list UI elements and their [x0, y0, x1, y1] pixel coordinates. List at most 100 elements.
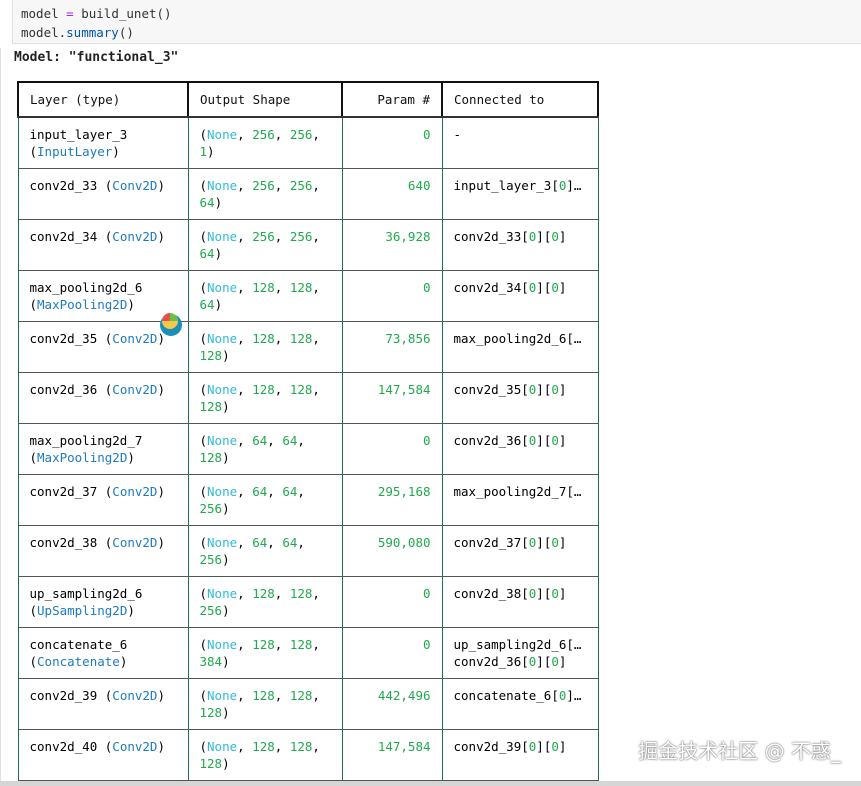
param-count-cell: 73,856 — [341, 321, 443, 373]
table-row: max_pooling2d_6 (MaxPooling2D) (None, 128… — [17, 270, 599, 322]
layer-type-cell: up_sampling2d_6 (UpSampling2D) — [17, 576, 189, 628]
connection-ref: conv2d_37[0][0] — [453, 534, 567, 550]
shape-none: None — [207, 432, 238, 448]
code-function: build_unet — [81, 6, 157, 21]
shape-dim: 64 — [199, 296, 215, 312]
code-args: () — [118, 25, 134, 40]
layer-class: Conv2D — [112, 381, 158, 397]
layer-type-cell: conv2d_37 (Conv2D) — [17, 474, 189, 526]
shape-none: None — [207, 127, 238, 142]
output-shape-cell: (None, 128, 128, 256) — [187, 576, 343, 628]
layer-name: conv2d_40 — [29, 738, 98, 754]
output-shape-cell: (None, 128, 128, 128) — [187, 372, 343, 424]
connected-to-cell: conv2d_34[0][0] — [441, 270, 599, 322]
shape-dim: 128 — [252, 687, 275, 703]
code-cell[interactable]: model = build_unet() model.summary() — [12, 0, 861, 44]
shape-none: None — [207, 636, 238, 652]
table-row: conv2d_33 (Conv2D) (None, 256, 256, 64) 64… — [17, 168, 599, 220]
param-count-cell: 147,584 — [341, 729, 443, 781]
connection-ref: conv2d_36[0][0] — [453, 653, 567, 669]
shape-dim: 256 — [199, 551, 223, 567]
shape-dim: 256 — [252, 177, 275, 193]
table-header-row: Layer (type) Output Shape Param # Connec… — [17, 81, 599, 118]
param-count-cell: 295,168 — [341, 474, 443, 526]
output-shape-cell: (None, 128, 128, 128) — [187, 321, 343, 373]
header-layer-type: Layer (type) — [17, 81, 189, 118]
shape-dim: 128 — [252, 330, 275, 346]
shape-none: None — [207, 687, 238, 703]
connected-to-cell: concatenate_6[0]… — [441, 678, 599, 730]
output-shape-cell: (None, 128, 128, 128) — [187, 729, 343, 781]
shape-dim: 64 — [199, 245, 215, 261]
layer-class: Conv2D — [112, 738, 158, 754]
connected-to-cell: conv2d_33[0][0] — [441, 219, 599, 271]
shape-dim: 256 — [289, 228, 313, 244]
layer-class: MaxPooling2D — [37, 296, 128, 312]
shape-dim: 64 — [282, 432, 298, 448]
connection-ref: conv2d_35[0][0] — [453, 381, 567, 397]
code-line-1: model = build_unet() — [21, 4, 853, 23]
layer-name: up_sampling2d_6 — [29, 585, 143, 601]
output-shape-cell: (None, 256, 256, 64) — [187, 219, 343, 271]
shape-dim: 128 — [289, 330, 313, 346]
layer-class: MaxPooling2D — [37, 449, 128, 465]
model-summary-table: Layer (type) Output Shape Param # Connec… — [17, 81, 599, 781]
output-shape-cell: (None, 256, 256, 1) — [187, 117, 343, 169]
param-count-cell: 0 — [341, 117, 443, 169]
horizontal-scrollbar[interactable] — [0, 781, 861, 786]
layer-name: conv2d_34 — [29, 228, 98, 244]
shape-dim: 64 — [282, 483, 298, 499]
layer-name: conv2d_37 — [29, 483, 98, 499]
layer-class: Concatenate — [37, 653, 120, 669]
layer-name: concatenate_6 — [29, 636, 128, 652]
layer-name: input_layer_3 — [29, 127, 128, 142]
table-row: conv2d_35 (Conv2D) (None, 128, 128, 128) 7… — [17, 321, 599, 373]
code-method: summary — [66, 25, 119, 40]
layer-class: Conv2D — [112, 177, 158, 193]
shape-dim: 128 — [252, 279, 275, 295]
connected-to-cell: up_sampling2d_6[… conv2d_36[0][0] — [441, 627, 599, 679]
connection-ref: up_sampling2d_6[… — [453, 636, 582, 652]
shape-none: None — [207, 228, 238, 244]
connection-ref: max_pooling2d_6[… — [453, 330, 582, 346]
shape-dim: 128 — [252, 738, 275, 754]
layer-class: Conv2D — [112, 228, 158, 244]
code-var: model — [21, 6, 59, 21]
layer-class: Conv2D — [112, 330, 158, 346]
connected-to-cell: - — [441, 117, 599, 169]
table-row: conv2d_34 (Conv2D) (None, 256, 256, 64) 36… — [17, 219, 599, 271]
layer-type-cell: input_layer_3 (InputLayer) — [17, 117, 189, 169]
output-shape-cell: (None, 128, 128, 64) — [187, 270, 343, 322]
shape-none: None — [207, 177, 238, 193]
connected-to-cell: conv2d_36[0][0] — [441, 423, 599, 475]
table-row: conv2d_37 (Conv2D) (None, 64, 64, 256) 295… — [17, 474, 599, 526]
layer-type-cell: conv2d_36 (Conv2D) — [17, 372, 189, 424]
output-shape-cell: (None, 64, 64, 256) — [187, 525, 343, 577]
shape-none: None — [207, 534, 238, 550]
floating-assistant-icon[interactable] — [157, 309, 185, 337]
param-count-cell: 590,080 — [341, 525, 443, 577]
connected-to-cell: conv2d_39[0][0] — [441, 729, 599, 781]
shape-dim: 128 — [289, 279, 313, 295]
param-count-cell: 640 — [341, 168, 443, 220]
shape-dim: 128 — [289, 585, 313, 601]
shape-dim: 64 — [199, 194, 215, 210]
header-output-shape: Output Shape — [187, 81, 343, 118]
code-operator: = — [66, 6, 74, 21]
shape-dim: 128 — [199, 347, 223, 363]
shape-none: None — [207, 738, 238, 754]
header-param-count: Param # — [341, 81, 443, 118]
shape-dim: 128 — [199, 449, 223, 465]
header-connected-to: Connected to — [441, 81, 599, 118]
connection-ref: conv2d_38[0][0] — [453, 585, 567, 601]
layer-name: conv2d_38 — [29, 534, 98, 550]
shape-dim: 384 — [199, 653, 223, 669]
code-args: () — [156, 6, 172, 21]
connection-ref: conv2d_34[0][0] — [453, 279, 567, 295]
shape-dim: 128 — [252, 381, 275, 397]
connection-ref: conv2d_39[0][0] — [453, 738, 567, 754]
table-row: max_pooling2d_7 (MaxPooling2D) (None, 64,… — [17, 423, 599, 475]
shape-dim: 256 — [199, 602, 223, 618]
connection-ref: input_layer_3[0]… — [453, 177, 582, 193]
shape-dim: 128 — [199, 704, 223, 720]
